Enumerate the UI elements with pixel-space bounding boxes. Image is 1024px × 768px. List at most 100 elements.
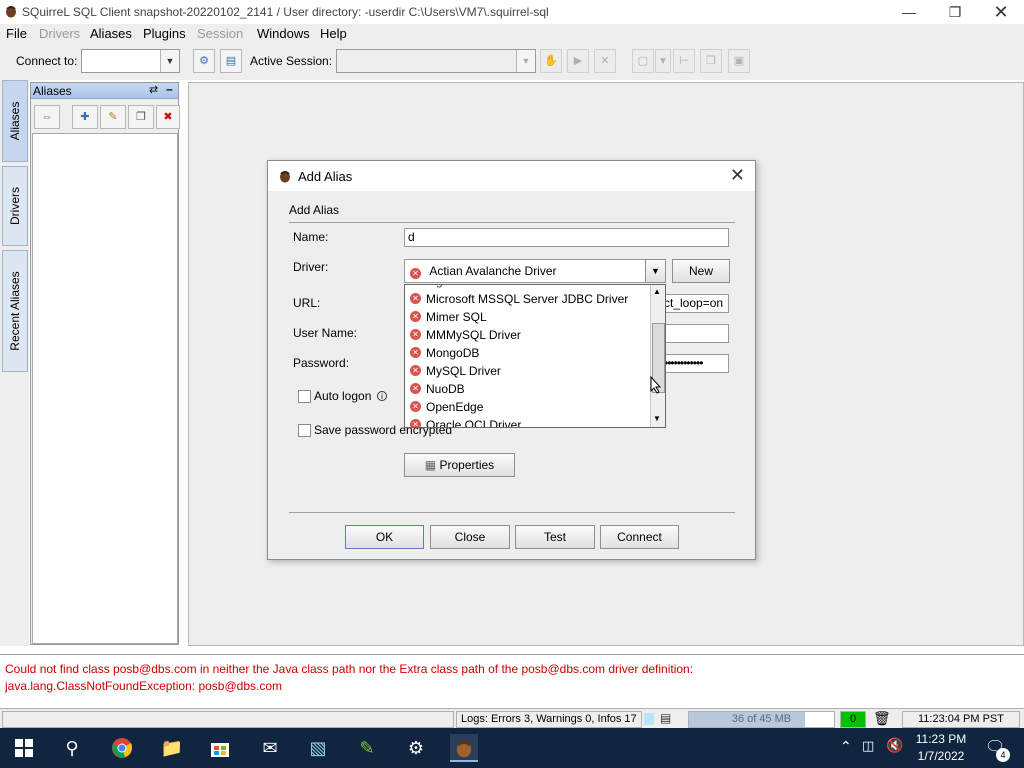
list-item[interactable]: ✕ Microsoft MSSQL Server JDBC Driver	[405, 290, 650, 308]
list-item[interactable]: ✕ MMMySQL Driver	[405, 326, 650, 344]
properties-button[interactable]: ▦ Properties	[404, 453, 515, 477]
connect-alias-icon[interactable]: ⇔	[34, 105, 60, 129]
show-hidden-icons-icon[interactable]: ⌃	[840, 738, 852, 755]
auto-logon-checkbox[interactable]	[298, 390, 311, 403]
menu-drivers[interactable]: Drivers	[39, 26, 80, 41]
log-indicator-icon	[644, 713, 654, 725]
tab-aliases-label: Aliases	[8, 101, 22, 141]
menu-plugins[interactable]: Plugins	[143, 26, 186, 41]
list-item[interactable]: ✕ Oracle OCI Driver	[405, 416, 650, 427]
run-icon[interactable]: ▶	[567, 49, 589, 73]
error-message: java.lang.ClassNotFoundException: posb@d…	[5, 679, 282, 693]
tab-aliases[interactable]: Aliases	[2, 80, 28, 162]
save-password-checkbox[interactable]	[298, 424, 311, 437]
copy-alias-icon[interactable]: ❐	[128, 105, 154, 129]
connect-button[interactable]: Connect	[600, 525, 679, 549]
pin-icon[interactable]: ⇄	[149, 83, 158, 96]
window-close-button[interactable]: ✕	[978, 0, 1024, 24]
window-title: SQuirreL SQL Client snapshot-20220102_21…	[22, 5, 549, 19]
list-item[interactable]: ✕ MongoDB	[405, 344, 650, 362]
stop-icon[interactable]: ✕	[594, 49, 616, 73]
close-button[interactable]: Close	[430, 525, 510, 549]
driver-value: Actian Avalanche Driver	[429, 264, 557, 278]
memory-bar[interactable]: 36 of 45 MB	[688, 711, 835, 728]
windows-taskbar: ⚲ 📁 ✉ ▧ ✎ ⚙ ⌃ ◫ 🔇 11:23 PM 1/7/2022 🗨 4	[0, 728, 1024, 768]
scroll-up-icon[interactable]: ▲	[653, 287, 661, 296]
chrome-icon[interactable]	[108, 734, 136, 762]
tab-recent-aliases[interactable]: Recent Aliases	[2, 250, 28, 372]
dropdown-scrollbar[interactable]: ▲ ▼	[650, 285, 665, 427]
notification-count-badge: 4	[996, 748, 1010, 762]
tree-icon[interactable]: ⊢	[673, 49, 695, 73]
new-session-icon[interactable]: ▤	[220, 49, 242, 73]
hand-icon[interactable]: ✋	[540, 49, 562, 73]
test-button[interactable]: Test	[515, 525, 595, 549]
window-icon[interactable]: ▢	[632, 49, 654, 73]
main-toolbar: Connect to: ▼ ⚙ ▤ Active Session: ▼ ✋ ▶ …	[0, 44, 1024, 80]
add-alias-icon[interactable]: ✚	[72, 105, 98, 129]
scroll-down-icon[interactable]: ▼	[653, 414, 661, 423]
cascade-icon[interactable]: ▣	[728, 49, 750, 73]
connect-to-combo[interactable]: ▼	[81, 49, 180, 73]
menu-session[interactable]: Session	[197, 26, 243, 41]
minimize-button[interactable]: —	[886, 0, 932, 24]
info-icon[interactable]: i	[377, 391, 387, 401]
tab-recent-aliases-label: Recent Aliases	[8, 271, 22, 351]
windows-start-icon[interactable]	[10, 734, 38, 762]
store-icon[interactable]	[206, 734, 234, 762]
notepad-plus-icon[interactable]: ✎	[353, 734, 381, 762]
dialog-close-icon[interactable]: ✕	[730, 165, 745, 186]
log-window-icon[interactable]: ▤	[660, 711, 671, 725]
tab-drivers[interactable]: Drivers	[2, 166, 28, 246]
driver-combo[interactable]: ✕ Actian Avalanche Driver	[404, 259, 666, 283]
status-bar: Logs: Errors 3, Warnings 0, Infos 17 ▤ 3…	[0, 708, 1024, 728]
list-item[interactable]: ✕ OpenEdge	[405, 398, 650, 416]
network-icon[interactable]: ◫	[862, 738, 874, 754]
password-field[interactable]: ••••••••••••	[660, 354, 729, 373]
name-field[interactable]: d	[404, 228, 729, 247]
aliases-list[interactable]	[32, 133, 178, 644]
group-label: Add Alias	[289, 203, 340, 217]
notepad-icon[interactable]: ▧	[304, 734, 332, 762]
menu-file[interactable]: File	[6, 26, 27, 41]
menu-help[interactable]: Help	[320, 26, 347, 41]
connect-icon[interactable]: ⚙	[193, 49, 215, 73]
group-separator	[289, 222, 735, 223]
driver-dropdown-list[interactable]: Ingres ✕Microsoft MSSQL Server JDBC Driv…	[404, 284, 666, 428]
username-field[interactable]	[660, 324, 729, 343]
url-field[interactable]: ct_loop=on	[660, 294, 729, 313]
ok-button[interactable]: OK	[345, 525, 424, 549]
file-explorer-icon[interactable]: 📁	[158, 734, 186, 762]
squirrel-taskbar-icon[interactable]	[450, 734, 478, 762]
maximize-button[interactable]: ❐	[932, 0, 978, 24]
menu-windows[interactable]: Windows	[257, 26, 310, 41]
button-separator	[289, 512, 735, 513]
volume-muted-icon[interactable]: 🔇	[886, 737, 903, 754]
active-session-combo[interactable]: ▼	[336, 49, 536, 73]
list-item[interactable]: ✕ MySQL Driver	[405, 362, 650, 380]
list-item[interactable]: ✕ NuoDB	[405, 380, 650, 398]
chevron-down-icon[interactable]: ▾	[655, 49, 671, 73]
delete-alias-icon[interactable]: ✖	[156, 105, 180, 129]
logs-status[interactable]: Logs: Errors 3, Warnings 0, Infos 17	[456, 711, 642, 728]
dialog-title-bar: Add Alias ✕	[268, 161, 755, 191]
chevron-down-icon: ▼	[651, 266, 660, 276]
new-driver-button[interactable]: New	[672, 259, 730, 283]
taskbar-date[interactable]: 1/7/2022	[910, 749, 972, 763]
error-icon: ✕	[410, 311, 421, 322]
settings-gear-icon[interactable]: ⚙	[402, 734, 430, 762]
mail-icon[interactable]: ✉	[256, 734, 284, 762]
taskbar-time[interactable]: 11:23 PM	[910, 732, 972, 746]
minimize-panel-icon[interactable]: –	[166, 82, 173, 96]
list-item[interactable]: ✕ Mimer SQL	[405, 308, 650, 326]
copy-icon[interactable]: ❐	[700, 49, 722, 73]
edit-alias-icon[interactable]: ✎	[100, 105, 126, 129]
menu-aliases[interactable]: Aliases	[90, 26, 132, 41]
menu-bar: File Drivers Aliases Plugins Session Win…	[0, 24, 1024, 44]
mouse-cursor-icon	[650, 375, 662, 394]
garbage-collect-icon[interactable]: 🗑	[873, 710, 891, 727]
driver-dropdown-button[interactable]: ▼	[645, 259, 666, 283]
password-label: Password:	[293, 356, 350, 370]
search-icon[interactable]: ⚲	[58, 734, 86, 762]
squirrel-app-icon	[4, 4, 18, 18]
